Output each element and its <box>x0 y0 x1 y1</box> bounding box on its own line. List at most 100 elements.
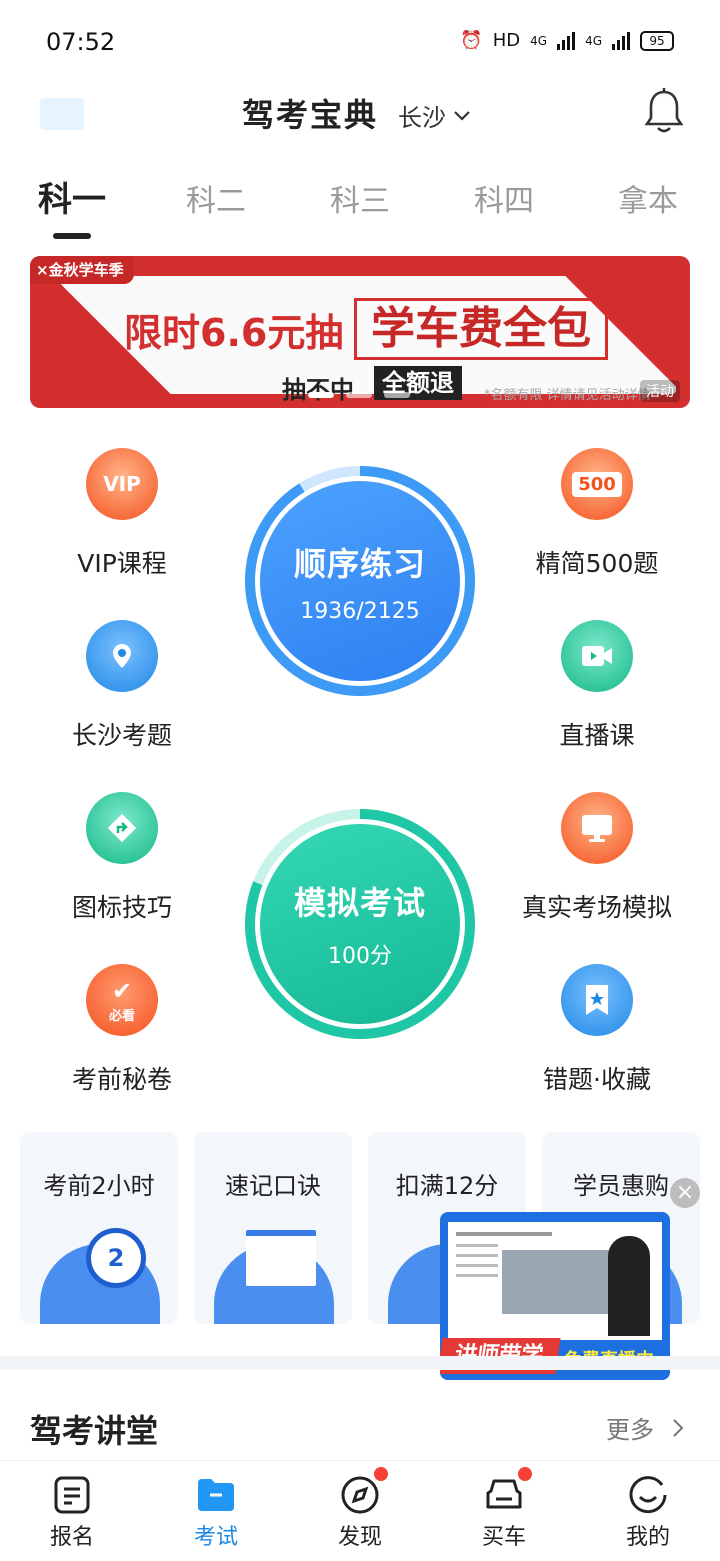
nav-label: 考试 <box>193 1525 238 1550</box>
turn-sign-icon <box>86 792 158 864</box>
banner-tag: ×金秋学车季 <box>30 256 134 284</box>
card-title: 考前2小时 <box>43 1172 155 1200</box>
nav-label: 报名 <box>49 1525 94 1550</box>
banner-pagination <box>308 392 410 398</box>
network-label-2: 4G <box>585 33 602 48</box>
nav-signup[interactable]: 报名 <box>0 1461 144 1551</box>
feature-label: 直播课 <box>559 721 635 750</box>
network-label-1: 4G <box>530 33 548 48</box>
tab-active-indicator <box>53 233 91 239</box>
feature-label: 精简500题 <box>535 549 659 578</box>
feature-wrong-favorites[interactable]: 错题·收藏 <box>497 964 697 1096</box>
subject-tabs: 科一 科二 科三 科四 拿本 <box>0 176 720 236</box>
card-title: 速记口诀 <box>225 1172 321 1200</box>
signal-icon-2 <box>612 31 630 50</box>
banner-dot <box>308 392 334 398</box>
nav-buy-car[interactable]: 买车 <box>432 1461 576 1551</box>
card-mnemonics[interactable]: 速记口诀 <box>194 1132 352 1324</box>
badge-500-icon: 500 <box>561 448 633 520</box>
section-divider <box>0 1356 720 1370</box>
car-icon <box>484 1467 532 1515</box>
feature-500-questions[interactable]: 500 精简500题 <box>497 448 697 580</box>
mock-title: 模拟考试 <box>293 884 426 922</box>
notification-dot <box>518 1467 532 1481</box>
nav-me[interactable]: 我的 <box>576 1461 720 1551</box>
stopwatch-icon: 2 <box>86 1228 146 1288</box>
form-icon <box>52 1475 92 1515</box>
mock-core: 模拟考试 100分 <box>260 824 460 1024</box>
vip-medal-icon: VIP <box>86 448 158 520</box>
secret-badge: 必看 <box>108 1008 135 1024</box>
whiteboard-icon <box>246 1230 316 1286</box>
banner-dot <box>384 392 410 398</box>
feature-label: VIP课程 <box>77 549 167 578</box>
tab-subject-1[interactable]: 科一 <box>38 172 106 221</box>
app-title: 驾考宝典 <box>242 96 379 134</box>
hd-label: HD <box>492 30 521 51</box>
city-selector[interactable]: 长沙 <box>398 98 472 133</box>
video-camera-icon <box>561 620 633 692</box>
banner-note: *名额有限 详情请见活动详情 <box>484 388 651 403</box>
tab-subject-3[interactable]: 科三 <box>330 176 390 220</box>
promo-banner[interactable]: 限时6.6元抽 学车费全包 抽不中 全额退 *名额有限 详情请见活动详情 ×金秋… <box>30 256 690 408</box>
nav-exam[interactable]: 考试 <box>144 1461 288 1551</box>
nav-label: 买车 <box>481 1525 526 1550</box>
feature-label: 图标技巧 <box>71 893 172 922</box>
notification-dot <box>374 1467 388 1481</box>
feature-label: 错题·收藏 <box>543 1065 651 1094</box>
card-2-hours[interactable]: 考前2小时 2 <box>20 1132 178 1324</box>
location-pin-icon <box>86 620 158 692</box>
tab-subject-2[interactable]: 科二 <box>186 176 246 220</box>
nav-label: 我的 <box>625 1525 670 1550</box>
feature-real-exam-sim[interactable]: 真实考场模拟 <box>497 792 697 924</box>
folder-icon <box>196 1475 236 1515</box>
app-logo[interactable] <box>40 98 84 130</box>
banner-highlight-text: 学车费全包 <box>354 298 608 360</box>
bottom-nav: 报名 考试 发现 买车 我的 <box>0 1460 720 1561</box>
feature-sign-tips[interactable]: 图标技巧 <box>22 792 222 924</box>
compass-icon <box>340 1467 388 1515</box>
bookmark-star-icon <box>561 964 633 1036</box>
nav-label: 发现 <box>337 1525 382 1550</box>
mock-exam-button[interactable]: 模拟考试 100分 <box>244 808 476 1040</box>
chevron-right-icon <box>673 1418 684 1437</box>
checklist-icon: ✔ 必看 <box>86 964 158 1036</box>
practice-core: 顺序练习 1936/2125 <box>260 481 460 681</box>
nav-discover[interactable]: 发现 <box>288 1461 432 1551</box>
feature-local-questions[interactable]: 长沙考题 <box>22 620 222 752</box>
banner-sub-text: 抽不中 <box>282 376 354 404</box>
section-title: 驾考讲堂 <box>30 1412 159 1450</box>
feature-vip-course[interactable]: VIP VIP课程 <box>22 448 222 580</box>
practice-title: 顺序练习 <box>293 544 426 583</box>
status-icons: ⏰ HD 4G 4G 95 <box>460 30 674 51</box>
practice-progress: 1936/2125 <box>300 598 420 624</box>
presenter-figure <box>608 1236 650 1336</box>
feature-secret-paper[interactable]: ✔ 必看 考前秘卷 <box>22 964 222 1096</box>
city-label: 长沙 <box>398 104 446 132</box>
card-title: 扣满12分 <box>395 1172 499 1200</box>
tab-license[interactable]: 拿本 <box>618 176 678 220</box>
close-icon[interactable]: × <box>670 1178 700 1208</box>
more-label: 更多 <box>606 1416 654 1444</box>
sequential-practice-button[interactable]: 顺序练习 1936/2125 <box>244 465 476 697</box>
live-video-popup[interactable]: 讲师带学 免费直播中 <box>440 1212 670 1380</box>
feature-label: 考前秘卷 <box>71 1065 172 1094</box>
status-time: 07:52 <box>46 28 116 56</box>
alarm-icon: ⏰ <box>460 30 483 51</box>
signal-icon-1 <box>557 31 576 50</box>
more-link[interactable]: 更多 <box>606 1410 684 1445</box>
video-screen <box>448 1222 662 1340</box>
smile-icon <box>628 1475 668 1515</box>
bell-icon[interactable] <box>642 88 686 134</box>
mock-score: 100分 <box>328 944 392 969</box>
banner-dot <box>346 392 372 398</box>
battery-icon: 95 <box>640 30 674 51</box>
tab-subject-4[interactable]: 科四 <box>474 176 534 220</box>
chevron-down-icon <box>454 110 470 121</box>
feature-label: 真实考场模拟 <box>521 893 672 922</box>
banner-main-text: 限时6.6元抽 <box>124 311 344 355</box>
banner-content: 限时6.6元抽 学车费全包 抽不中 全额退 *名额有限 详情请见活动详情 <box>30 256 690 408</box>
banner-activity-label: 活动 <box>640 380 680 402</box>
feature-live-course[interactable]: 直播课 <box>497 620 697 752</box>
feature-label: 长沙考题 <box>71 721 172 750</box>
